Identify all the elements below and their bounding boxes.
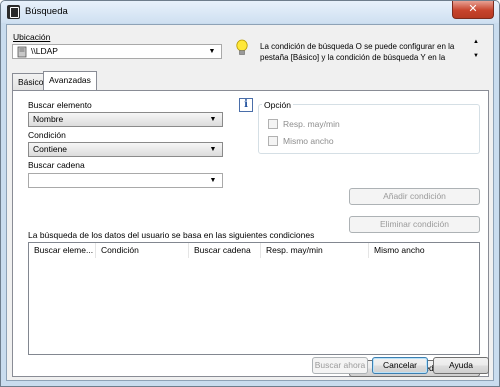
server-icon bbox=[17, 46, 27, 58]
column-header[interactable]: Buscar eleme... bbox=[29, 243, 96, 258]
search-element-select[interactable]: Nombre ▼ bbox=[28, 112, 223, 127]
close-button[interactable]: ✕ bbox=[452, 1, 494, 19]
conditions-table[interactable]: Buscar eleme... Condición Buscar cadena … bbox=[28, 242, 480, 355]
location-value: \\LDAP bbox=[31, 46, 58, 56]
case-sensitive-label: Resp. may/min bbox=[283, 119, 340, 129]
search-string-label: Buscar cadena bbox=[28, 160, 85, 170]
info-line-2: pestaña [Básico] y la condición de búsqu… bbox=[260, 53, 446, 62]
same-width-label: Mismo ancho bbox=[283, 136, 334, 146]
app-icon bbox=[7, 5, 20, 19]
column-header[interactable]: Condición bbox=[96, 243, 189, 258]
chevron-down-icon: ▼ bbox=[209, 177, 217, 184]
cancel-button[interactable]: Cancelar bbox=[372, 357, 428, 374]
location-label: Ubicación bbox=[13, 32, 51, 42]
add-condition-button[interactable]: Añadir condición bbox=[349, 188, 480, 205]
lightbulb-icon bbox=[236, 39, 248, 55]
advanced-panel: Buscar elemento Nombre ▼ Condición Conti… bbox=[12, 90, 489, 377]
condition-value: Contiene bbox=[33, 144, 68, 154]
conditions-caption: La búsqueda de los datos del usuario se … bbox=[28, 230, 315, 240]
tab-advanced[interactable]: Avanzadas bbox=[43, 71, 97, 90]
search-dialog: Búsqueda ✕ Ubicación \\LDAP ▼ La condici… bbox=[0, 0, 500, 387]
scroll-up-icon[interactable]: ▲ bbox=[473, 39, 479, 45]
condition-select[interactable]: Contiene ▼ bbox=[28, 142, 223, 157]
column-header[interactable]: Mismo ancho bbox=[369, 243, 479, 258]
chevron-down-icon: ▼ bbox=[208, 48, 216, 55]
title-bar[interactable]: Búsqueda ✕ bbox=[1, 1, 499, 23]
case-sensitive-checkbox[interactable] bbox=[268, 119, 278, 129]
same-width-checkbox[interactable] bbox=[268, 136, 278, 146]
chevron-down-icon: ▼ bbox=[209, 116, 217, 123]
window-title: Búsqueda bbox=[25, 6, 68, 17]
condition-label: Condición bbox=[28, 130, 66, 140]
dialog-body: Ubicación \\LDAP ▼ La condición de búsqu… bbox=[6, 24, 494, 381]
option-group bbox=[258, 104, 480, 154]
scroll-down-icon[interactable]: ▼ bbox=[473, 53, 479, 59]
column-header[interactable]: Resp. may/min bbox=[261, 243, 369, 258]
chevron-down-icon: ▼ bbox=[209, 146, 217, 153]
option-group-label: Opción bbox=[262, 100, 293, 110]
info-line-1: La condición de búsqueda O se puede conf… bbox=[260, 42, 455, 51]
search-string-input[interactable]: ▼ bbox=[28, 173, 223, 188]
column-header[interactable]: Buscar cadena bbox=[189, 243, 261, 258]
search-now-button[interactable]: Buscar ahora bbox=[312, 357, 368, 374]
search-element-label: Buscar elemento bbox=[28, 100, 92, 110]
remove-condition-button[interactable]: Eliminar condición bbox=[349, 216, 480, 233]
info-icon: i bbox=[239, 98, 253, 112]
search-element-value: Nombre bbox=[33, 114, 64, 124]
location-select[interactable]: \\LDAP ▼ bbox=[12, 44, 222, 59]
help-button[interactable]: Ayuda bbox=[433, 357, 489, 374]
